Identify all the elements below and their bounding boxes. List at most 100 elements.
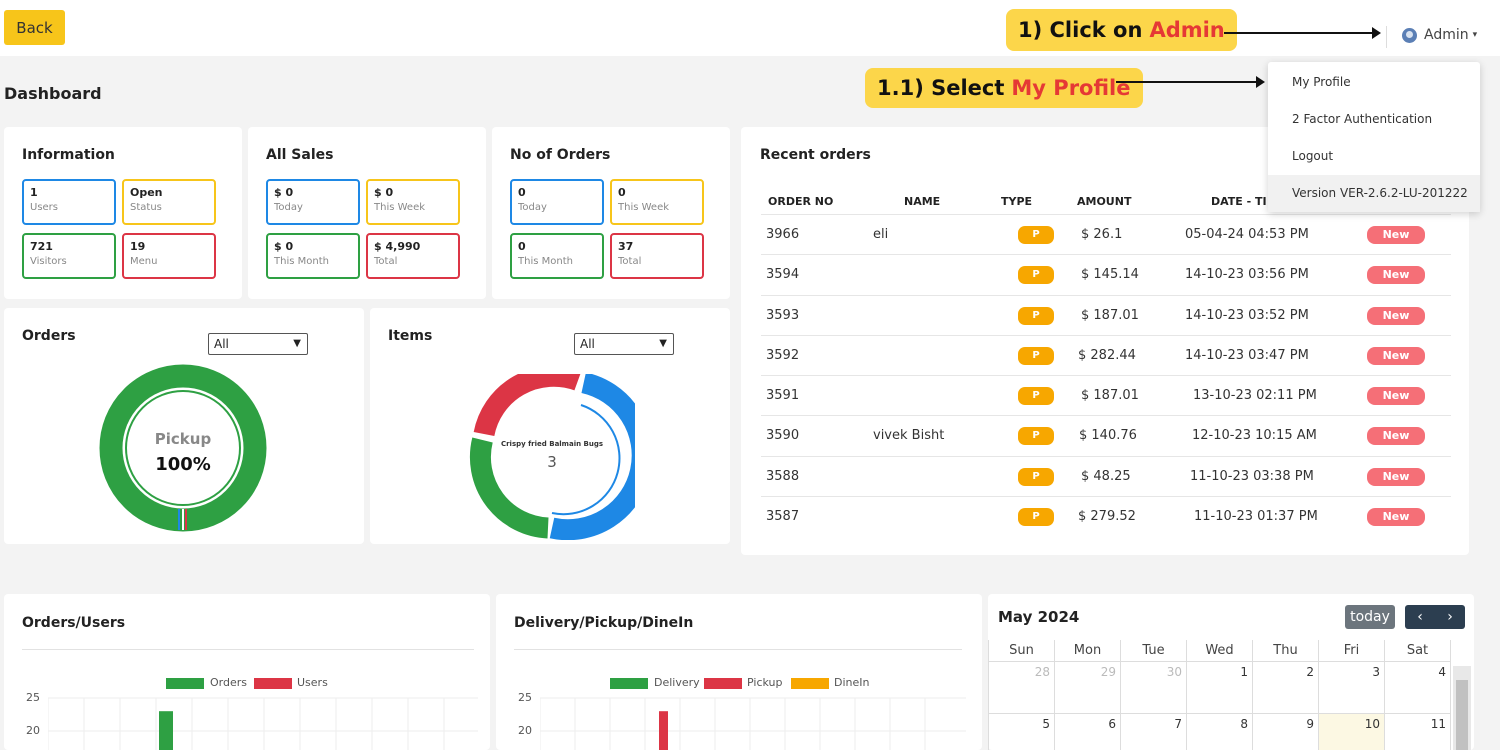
status-badge[interactable]: New <box>1367 387 1425 405</box>
calendar-day-header: Sun <box>988 640 1055 662</box>
legend-label-pickup[interactable]: Pickup <box>747 676 782 689</box>
calendar-day-cell[interactable]: 28 <box>988 662 1055 714</box>
stat-menu[interactable]: 19 Menu <box>122 233 216 279</box>
bar-pickup[interactable] <box>659 711 668 750</box>
status-badge[interactable]: New <box>1367 508 1425 526</box>
table-row[interactable]: 3591 P $ 187.01 13-10-23 02:11 PM New <box>761 375 1451 415</box>
calendar-month-label: May 2024 <box>998 608 1080 626</box>
menu-item-2fa[interactable]: 2 Factor Authentication <box>1268 101 1480 138</box>
calendar-day-header: Mon <box>1055 640 1121 662</box>
donut-slice-delivery[interactable] <box>178 509 180 530</box>
chevron-down-icon: ▼ <box>659 338 667 349</box>
table-row[interactable]: 3590 vivek Bisht P $ 140.76 12-10-23 10:… <box>761 415 1451 455</box>
stat-orders-month[interactable]: 0 This Month <box>510 233 604 279</box>
chevron-left-icon[interactable]: ‹ <box>1405 605 1435 629</box>
calendar-day-cell[interactable]: 7 <box>1121 714 1187 750</box>
calendar-today-button[interactable]: today <box>1345 605 1395 629</box>
calendar-day-cell[interactable]: 2 <box>1253 662 1319 714</box>
table-row[interactable]: 3587 P $ 279.52 11-10-23 01:37 PM New <box>761 496 1451 536</box>
type-badge: P <box>1018 226 1054 244</box>
stat-sales-today[interactable]: $ 0 Today <box>266 179 360 225</box>
table-row[interactable]: 3594 P $ 145.14 14-10-23 03:56 PM New <box>761 254 1451 294</box>
legend-swatch-orders <box>166 678 204 689</box>
donut-center-label: Crispy fried Balmain Bugs <box>500 440 604 448</box>
calendar-day-cell[interactable]: 29 <box>1055 662 1121 714</box>
status-badge[interactable]: New <box>1367 266 1425 284</box>
dpd-plot <box>540 697 966 750</box>
amount-cell: $ 279.52 <box>1078 509 1136 524</box>
type-badge: P <box>1018 347 1054 365</box>
orders-filter-select[interactable]: All ▼ <box>208 333 308 355</box>
calendar-day-cell[interactable]: 1 <box>1187 662 1253 714</box>
status-badge[interactable]: New <box>1367 468 1425 486</box>
calendar-day-cell[interactable]: 6 <box>1055 714 1121 750</box>
items-filter-select[interactable]: All ▼ <box>574 333 674 355</box>
items-chart-card: Items All ▼ Crispy fried Balmain Bugs 3 <box>370 308 730 544</box>
legend-label-dinein[interactable]: DineIn <box>834 676 869 689</box>
stat-value: 0 <box>518 240 526 253</box>
stat-status[interactable]: Open Status <box>122 179 216 225</box>
order-no-cell: 3594 <box>766 267 800 282</box>
order-no-cell: 3588 <box>766 469 800 484</box>
all-sales-card: All Sales $ 0 Today $ 0 This Week $ 0 Th… <box>248 127 486 299</box>
stat-orders-total[interactable]: 37 Total <box>610 233 704 279</box>
date-cell: 13-10-23 02:11 PM <box>1193 388 1317 403</box>
scrollbar-thumb[interactable] <box>1456 680 1468 750</box>
stat-sales-month[interactable]: $ 0 This Month <box>266 233 360 279</box>
stat-orders-today[interactable]: 0 Today <box>510 179 604 225</box>
stat-label: Menu <box>130 256 158 267</box>
orders-filter-value: All <box>214 337 229 351</box>
stat-sales-total[interactable]: $ 4,990 Total <box>366 233 460 279</box>
calendar-day-cell[interactable]: 3 <box>1319 662 1385 714</box>
menu-item-my-profile[interactable]: My Profile <box>1268 64 1480 101</box>
stat-sales-week[interactable]: $ 0 This Week <box>366 179 460 225</box>
col-header-name: NAME <box>904 195 941 208</box>
status-badge[interactable]: New <box>1367 307 1425 325</box>
calendar-day-cell[interactable]: 4 <box>1385 662 1451 714</box>
legend-label-orders[interactable]: Orders <box>210 676 247 689</box>
status-badge[interactable]: New <box>1367 427 1425 445</box>
table-row[interactable]: 3593 P $ 187.01 14-10-23 03:52 PM New <box>761 295 1451 335</box>
calendar-day-cell[interactable]: 8 <box>1187 714 1253 750</box>
stat-orders-week[interactable]: 0 This Week <box>610 179 704 225</box>
donut-slice-red[interactable] <box>473 374 581 437</box>
table-row[interactable]: 3592 P $ 282.44 14-10-23 03:47 PM New <box>761 335 1451 375</box>
calendar-day-cell[interactable]: 11 <box>1385 714 1451 750</box>
callout-step1-highlight: Admin <box>1149 18 1225 42</box>
stat-value: $ 0 <box>274 186 294 199</box>
admin-menu-toggle[interactable]: Admin ▾ <box>1402 27 1477 43</box>
status-badge[interactable]: New <box>1367 226 1425 244</box>
stat-visitors[interactable]: 721 Visitors <box>22 233 116 279</box>
chevron-right-icon[interactable]: › <box>1435 605 1465 629</box>
legend-label-delivery[interactable]: Delivery <box>654 676 700 689</box>
date-cell: 14-10-23 03:52 PM <box>1185 308 1309 323</box>
y-tick-label: 20 <box>26 724 40 737</box>
calendar-day-header: Tue <box>1121 640 1187 662</box>
calendar-day-cell[interactable]: 30 <box>1121 662 1187 714</box>
amount-cell: $ 140.76 <box>1079 428 1137 443</box>
callout-step1-arrow <box>1224 27 1381 39</box>
stat-users[interactable]: 1 Users <box>22 179 116 225</box>
date-cell: 14-10-23 03:47 PM <box>1185 348 1309 363</box>
calendar-day-cell[interactable]: 9 <box>1253 714 1319 750</box>
stat-label: This Week <box>618 202 670 213</box>
donut-slice-dinein[interactable] <box>185 509 187 530</box>
calendar-day-header: Sat <box>1385 640 1451 662</box>
stat-label: Status <box>130 202 162 213</box>
order-no-cell: 3593 <box>766 308 800 323</box>
legend-label-users[interactable]: Users <box>297 676 328 689</box>
orders-users-plot <box>48 697 478 750</box>
no-of-orders-card: No of Orders 0 Today 0 This Week 0 This … <box>492 127 730 299</box>
calendar-day-cell[interactable]: 5 <box>988 714 1055 750</box>
bar-orders[interactable] <box>159 711 173 750</box>
calendar-scrollbar[interactable] <box>1453 666 1471 750</box>
status-badge[interactable]: New <box>1367 347 1425 365</box>
stat-label: This Month <box>274 256 329 267</box>
menu-item-logout[interactable]: Logout <box>1268 138 1480 175</box>
table-row[interactable]: 3588 P $ 48.25 11-10-23 03:38 PM New <box>761 456 1451 496</box>
back-button[interactable]: Back <box>4 10 65 45</box>
order-no-cell: 3591 <box>766 388 800 403</box>
table-row[interactable]: 3966 eli P $ 26.1 05-04-24 04:53 PM New <box>761 214 1451 254</box>
calendar-day-cell-today[interactable]: 10 <box>1319 714 1385 750</box>
delivery-pickup-dinein-card: Delivery/Pickup/DineIn Delivery Pickup D… <box>496 594 982 750</box>
